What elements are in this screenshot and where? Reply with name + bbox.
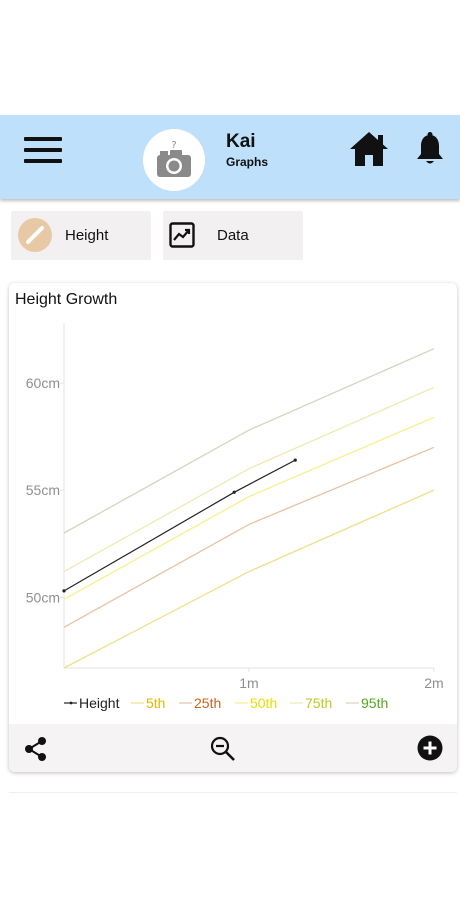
- legend-marker-height: [69, 701, 73, 705]
- trend-chart-icon: [169, 222, 195, 248]
- height-data-point: [232, 490, 236, 494]
- y-tick-label: 55cm: [26, 482, 60, 498]
- height-growth-card: Height Growth 50cm 55cm 60cm 1m 2m Height 5th 2…: [9, 283, 457, 772]
- series-line-75th: [63, 386, 435, 573]
- camera-question-icon: ?: [157, 140, 191, 177]
- add-circle-icon[interactable]: [417, 735, 443, 761]
- legend-label-75th: 75th: [305, 695, 332, 711]
- hamburger-menu-icon[interactable]: [24, 137, 62, 167]
- y-tick-label: 60cm: [26, 375, 60, 391]
- height-data-point: [62, 589, 66, 593]
- series-line-25th: [63, 446, 435, 628]
- legend-label-5th: 5th: [146, 695, 165, 711]
- legend-label-25th: 25th: [194, 695, 221, 711]
- legend-label-50th: 50th: [250, 695, 277, 711]
- profile-avatar[interactable]: ?: [143, 129, 205, 191]
- bell-icon[interactable]: [415, 131, 445, 167]
- tab-data-label: Data: [217, 227, 249, 244]
- svg-text:?: ?: [171, 140, 176, 151]
- tab-height[interactable]: Height: [11, 211, 151, 260]
- screen-subtitle: Graphs: [226, 155, 269, 169]
- x-tick-label: 2m: [424, 675, 443, 691]
- section-divider: [9, 792, 457, 793]
- legend-label-height: Height: [79, 695, 120, 711]
- series-line-5th: [63, 489, 435, 669]
- y-tick-label: 50cm: [26, 589, 60, 605]
- home-icon[interactable]: [348, 130, 390, 168]
- tab-data[interactable]: Data: [163, 211, 303, 260]
- app-header: ? Kai Graphs: [0, 115, 460, 199]
- child-name: Kai: [226, 131, 256, 152]
- x-tick-label: 1m: [239, 675, 258, 691]
- pencil-icon: [18, 218, 52, 252]
- share-icon[interactable]: [23, 736, 49, 762]
- legend-label-95th: 95th: [361, 695, 388, 711]
- zoom-out-icon[interactable]: [210, 736, 236, 762]
- tab-height-label: Height: [65, 227, 109, 244]
- height-data-point: [293, 458, 297, 462]
- growth-chart: 50cm 55cm 60cm 1m 2m Height 5th 25th 50th 75th 95t…: [26, 323, 444, 711]
- chart-toolbar: [9, 724, 457, 772]
- series-line-height: [63, 459, 296, 592]
